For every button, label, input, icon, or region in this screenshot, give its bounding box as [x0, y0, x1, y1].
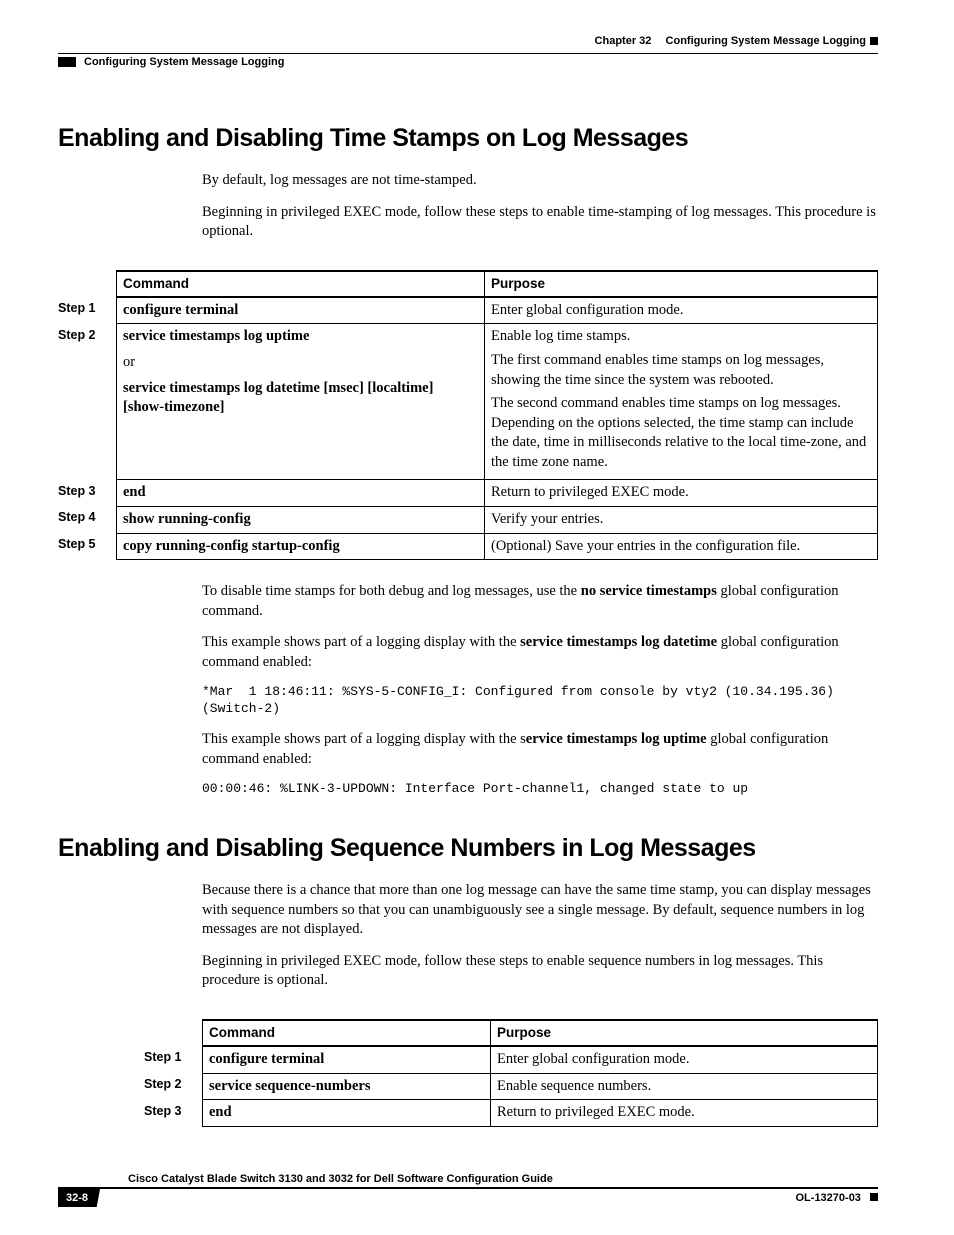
command-line: service timestamps log datetime [msec] [… — [123, 379, 478, 418]
page-header: Chapter 32 Configuring System Message Lo… — [58, 35, 878, 47]
command-cell: show running-config — [117, 506, 485, 533]
heading-timestamps: Enabling and Disabling Time Stamps on Lo… — [58, 124, 878, 153]
col-command: Command — [203, 1020, 491, 1046]
step-label: Step 2 — [58, 324, 117, 480]
command-table-2: Command Purpose Step 1 configure termina… — [144, 1019, 878, 1127]
step-label: Step 4 — [58, 506, 117, 533]
command-cell: configure terminal — [203, 1046, 491, 1073]
purpose-line: Enable log time stamps. — [491, 327, 871, 347]
col-purpose: Purpose — [491, 1020, 878, 1046]
page-footer: Cisco Catalyst Blade Switch 3130 and 303… — [58, 1173, 878, 1207]
code-block: *Mar 1 18:46:11: %SYS-5-CONFIG_I: Config… — [202, 684, 878, 718]
paragraph: Because there is a chance that more than… — [202, 881, 878, 940]
step-label: Step 3 — [144, 1100, 203, 1127]
command-cell: end — [117, 480, 485, 507]
col-command: Command — [117, 271, 485, 297]
page-number: 32-8 — [58, 1189, 100, 1207]
command-cell: copy running-config startup-config — [117, 533, 485, 560]
chapter-number: Chapter 32 — [595, 35, 652, 47]
paragraph: By default, log messages are not time-st… — [202, 171, 878, 191]
paragraph: Beginning in privileged EXEC mode, follo… — [202, 203, 878, 242]
purpose-cell: Verify your entries. — [485, 506, 878, 533]
table-row: Step 3 end Return to privileged EXEC mod… — [144, 1100, 878, 1127]
step-label: Step 2 — [144, 1073, 203, 1100]
purpose-line: The first command enables time stamps on… — [491, 351, 871, 390]
table-row: Step 5 copy running-config startup-confi… — [58, 533, 878, 560]
table-row: Step 3 end Return to privileged EXEC mod… — [58, 480, 878, 507]
paragraph: This example shows part of a logging dis… — [202, 633, 878, 672]
purpose-line: The second command enables time stamps o… — [491, 394, 871, 472]
heading-sequence: Enabling and Disabling Sequence Numbers … — [58, 834, 878, 863]
header-rule — [58, 53, 878, 54]
command-line: service timestamps log uptime — [123, 327, 478, 347]
chapter-title: Configuring System Message Logging — [666, 35, 866, 47]
table-row: Step 1 configure terminal Enter global c… — [144, 1046, 878, 1073]
table-row: Step 2 service timestamps log uptime or … — [58, 324, 878, 480]
paragraph: This example shows part of a logging dis… — [202, 730, 878, 769]
code-block: 00:00:46: %LINK-3-UPDOWN: Interface Port… — [202, 781, 878, 798]
step-label: Step 1 — [144, 1046, 203, 1073]
command-cell: end — [203, 1100, 491, 1127]
purpose-cell: Enter global configuration mode. — [491, 1046, 878, 1073]
step-label: Step 5 — [58, 533, 117, 560]
footer-doc-title: Cisco Catalyst Blade Switch 3130 and 303… — [58, 1173, 878, 1189]
command-table-1: Command Purpose Step 1 configure termina… — [58, 270, 878, 560]
command-cell: service timestamps log uptime or service… — [117, 324, 485, 480]
table-row: Step 2 service sequence-numbers Enable s… — [144, 1073, 878, 1100]
paragraph: Beginning in privileged EXEC mode, follo… — [202, 952, 878, 991]
purpose-cell: Enter global configuration mode. — [485, 297, 878, 324]
purpose-cell: Enable log time stamps. The first comman… — [485, 324, 878, 480]
command-cell: service sequence-numbers — [203, 1073, 491, 1100]
step-label: Step 1 — [58, 297, 117, 324]
paragraph: To disable time stamps for both debug an… — [202, 582, 878, 621]
purpose-cell: (Optional) Save your entries in the conf… — [485, 533, 878, 560]
purpose-cell: Return to privileged EXEC mode. — [491, 1100, 878, 1127]
table-row: Step 1 configure terminal Enter global c… — [58, 297, 878, 324]
command-or: or — [123, 353, 478, 373]
col-purpose: Purpose — [485, 271, 878, 297]
step-label: Step 3 — [58, 480, 117, 507]
purpose-cell: Return to privileged EXEC mode. — [485, 480, 878, 507]
command-cell: configure terminal — [117, 297, 485, 324]
table-row: Step 4 show running-config Verify your e… — [58, 506, 878, 533]
section-marker — [58, 57, 76, 67]
purpose-cell: Enable sequence numbers. — [491, 1073, 878, 1100]
footer-end-marker — [870, 1193, 878, 1201]
doc-id: OL-13270-03 — [796, 1192, 861, 1204]
section-title: Configuring System Message Logging — [84, 56, 284, 68]
header-end-marker — [870, 37, 878, 45]
